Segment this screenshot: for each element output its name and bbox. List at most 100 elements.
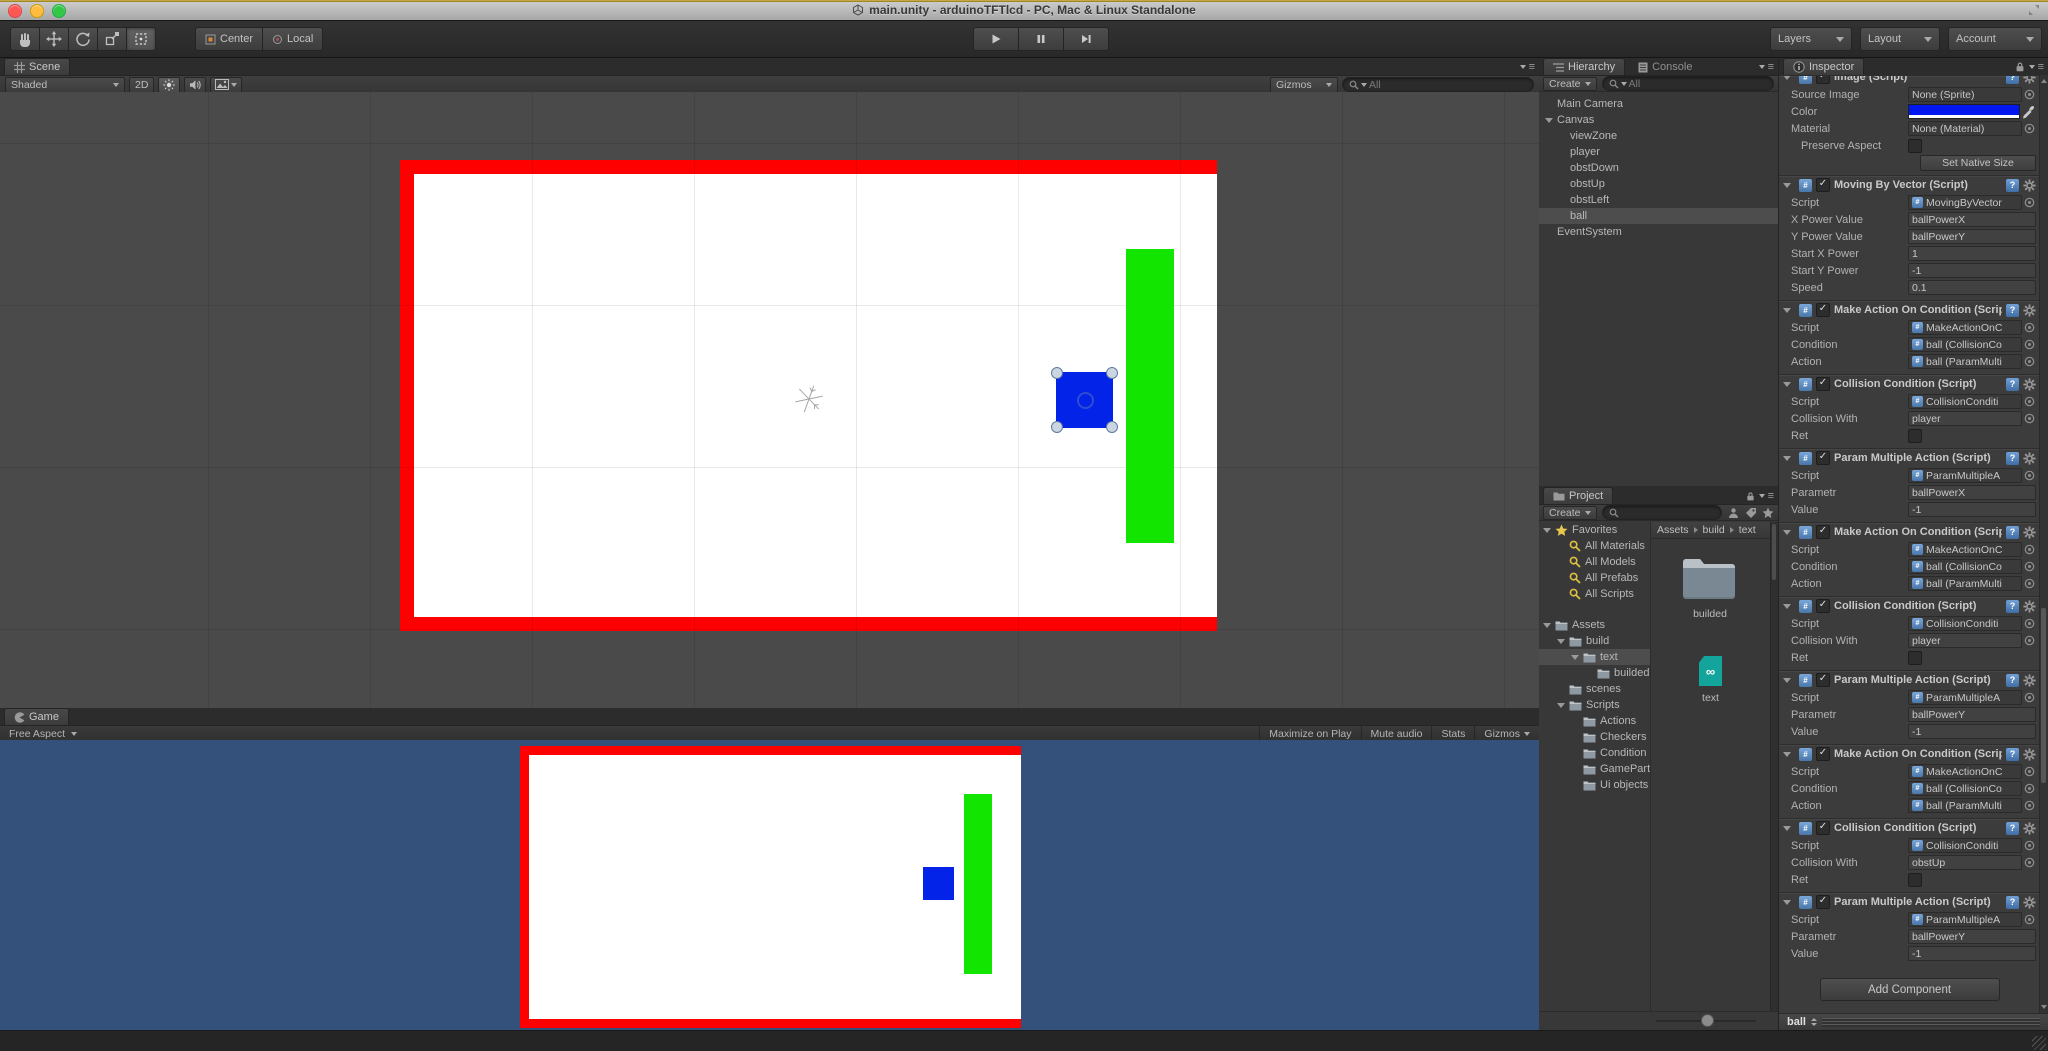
layout-dropdown[interactable]: Layout (1860, 27, 1940, 51)
field-value[interactable]: None (Material) (1908, 121, 2022, 136)
field-value[interactable]: # ball (CollisionCo (1908, 559, 2022, 574)
search-filter-chevron-icon[interactable] (1361, 82, 1367, 87)
help-icon[interactable]: ? (2006, 673, 2019, 687)
game-viewport[interactable] (0, 740, 1539, 1030)
object-picker-icon[interactable] (2022, 578, 2036, 589)
project-tree-item-text[interactable]: text (1539, 649, 1650, 665)
hierarchy-search-input[interactable]: All (1601, 76, 1774, 91)
preview-resize-handle[interactable] (1821, 1017, 2040, 1027)
checkbox[interactable] (1908, 872, 1922, 887)
hierarchy-item-obstdown[interactable]: obstDown (1539, 160, 1778, 176)
hierarchy-item-eventsystem[interactable]: EventSystem (1539, 224, 1778, 240)
component-enabled-checkbox[interactable]: ✓ (1816, 599, 1830, 613)
hand-tool-button[interactable] (10, 27, 40, 51)
object-picker-icon[interactable] (2022, 470, 2036, 481)
lock-icon[interactable] (2014, 61, 2026, 73)
field-value[interactable]: -1 (1908, 724, 2036, 739)
tab-inspector[interactable]: Inspector (1783, 58, 1865, 75)
field-value[interactable]: obstUp (1908, 855, 2022, 870)
foldout-arrow-icon[interactable] (1783, 899, 1791, 905)
tab-game[interactable]: Game (4, 708, 69, 725)
component-enabled-checkbox[interactable]: ✓ (1816, 525, 1830, 539)
gear-icon[interactable] (2023, 599, 2036, 613)
object-picker-icon[interactable] (2022, 89, 2036, 100)
field-value[interactable]: # ParamMultipleA (1908, 912, 2022, 927)
component-enabled-checkbox[interactable]: ✓ (1816, 747, 1830, 761)
project-tree-item-all-materials[interactable]: All Materials (1539, 538, 1650, 554)
object-picker-icon[interactable] (2022, 618, 2036, 629)
tab-project[interactable]: Project (1543, 487, 1614, 504)
project-tree-item-scripts[interactable]: Scripts (1539, 697, 1650, 713)
foldout-arrow-icon[interactable] (1783, 825, 1791, 831)
selection-handle[interactable] (1051, 421, 1063, 433)
help-icon[interactable]: ? (2006, 747, 2019, 761)
gear-icon[interactable] (2023, 895, 2036, 909)
field-value[interactable]: ballPowerY (1908, 707, 2036, 722)
step-button[interactable] (1064, 27, 1109, 51)
field-value[interactable]: None (Sprite) (1908, 87, 2022, 102)
play-button[interactable] (973, 27, 1019, 51)
component-enabled-checkbox[interactable]: ✓ (1816, 673, 1830, 687)
field-value[interactable]: ballPowerX (1908, 485, 2036, 500)
field-value[interactable]: # MovingByVector (1908, 195, 2022, 210)
field-value[interactable]: ballPowerY (1908, 229, 2036, 244)
scene-panel-menu-icon[interactable]: ≡ (1519, 61, 1535, 73)
gear-icon[interactable] (2023, 178, 2036, 192)
foldout-arrow-icon[interactable] (1783, 307, 1791, 313)
project-tree-item-all-prefabs[interactable]: All Prefabs (1539, 570, 1650, 586)
scene-search-input[interactable]: All (1342, 77, 1534, 92)
project-tree-item-checkers[interactable]: Checkers (1539, 729, 1650, 745)
field-value[interactable]: ballPowerY (1908, 929, 2036, 944)
resize-grip-icon[interactable] (2032, 1036, 2046, 1050)
favorites-star-icon[interactable] (1762, 507, 1774, 519)
color-swatch[interactable] (1908, 104, 2020, 119)
object-picker-icon[interactable] (2022, 356, 2036, 367)
foldout-arrow-icon[interactable] (1783, 603, 1791, 609)
field-value[interactable]: 1 (1908, 246, 2036, 261)
field-value[interactable]: -1 (1908, 263, 2036, 278)
rect-tool-button[interactable] (127, 27, 156, 51)
asset-item-builded[interactable]: builded (1681, 554, 1739, 620)
gear-icon[interactable] (2023, 451, 2036, 465)
tab-console[interactable]: Console (1629, 59, 1701, 75)
layers-dropdown[interactable]: Layers (1770, 27, 1852, 51)
foldout-arrow-icon[interactable] (1783, 455, 1791, 461)
field-value[interactable]: # ParamMultipleA (1908, 690, 2022, 705)
component-enabled-checkbox[interactable]: ✓ (1816, 76, 1830, 84)
pivot-handle[interactable] (1076, 392, 1094, 409)
shading-mode-dropdown[interactable]: Shaded (5, 76, 125, 93)
field-value[interactable]: # ParamMultipleA (1908, 468, 2022, 483)
field-value[interactable]: # ball (ParamMulti (1908, 798, 2022, 813)
project-tree-item-ui-objects[interactable]: Ui objects (1539, 777, 1650, 793)
field-value[interactable]: # ball (ParamMulti (1908, 354, 2022, 369)
field-value[interactable]: # MakeActionOnC (1908, 320, 2022, 335)
field-value[interactable]: # CollisionConditi (1908, 394, 2022, 409)
hierarchy-panel-menu-icon[interactable]: ≡ (1758, 61, 1774, 73)
component-enabled-checkbox[interactable]: ✓ (1816, 303, 1830, 317)
object-picker-icon[interactable] (2022, 857, 2036, 868)
game-gizmos-dropdown[interactable]: Gizmos (1474, 726, 1539, 741)
object-picker-icon[interactable] (2022, 840, 2036, 851)
project-tree-item-all-models[interactable]: All Models (1539, 554, 1650, 570)
checkbox[interactable] (1908, 428, 1922, 443)
asset-item-text[interactable]: ∞ text (1699, 656, 1722, 704)
object-picker-icon[interactable] (2022, 800, 2036, 811)
scene-obstacle-green[interactable] (1126, 249, 1174, 543)
selection-handle[interactable] (1106, 421, 1118, 433)
project-search-input[interactable] (1601, 505, 1722, 520)
gear-icon[interactable] (2023, 821, 2036, 835)
help-icon[interactable]: ? (2006, 76, 2019, 84)
expand-arrow-icon[interactable] (1557, 638, 1565, 644)
scene-lighting-button[interactable] (158, 76, 181, 93)
project-scrollbar[interactable] (1770, 522, 1778, 1012)
scene-ball-selected[interactable] (1051, 367, 1118, 433)
checkbox[interactable] (1908, 650, 1922, 665)
foldout-arrow-icon[interactable] (1783, 677, 1791, 683)
hierarchy-item-obstleft[interactable]: obstLeft (1539, 192, 1778, 208)
object-picker-icon[interactable] (2022, 692, 2036, 703)
help-icon[interactable]: ? (2006, 303, 2019, 317)
field-value[interactable]: # ball (ParamMulti (1908, 576, 2022, 591)
object-picker-icon[interactable] (2022, 339, 2036, 350)
tab-scene[interactable]: Scene (4, 58, 71, 75)
pivot-local-button[interactable]: Local (263, 27, 324, 51)
